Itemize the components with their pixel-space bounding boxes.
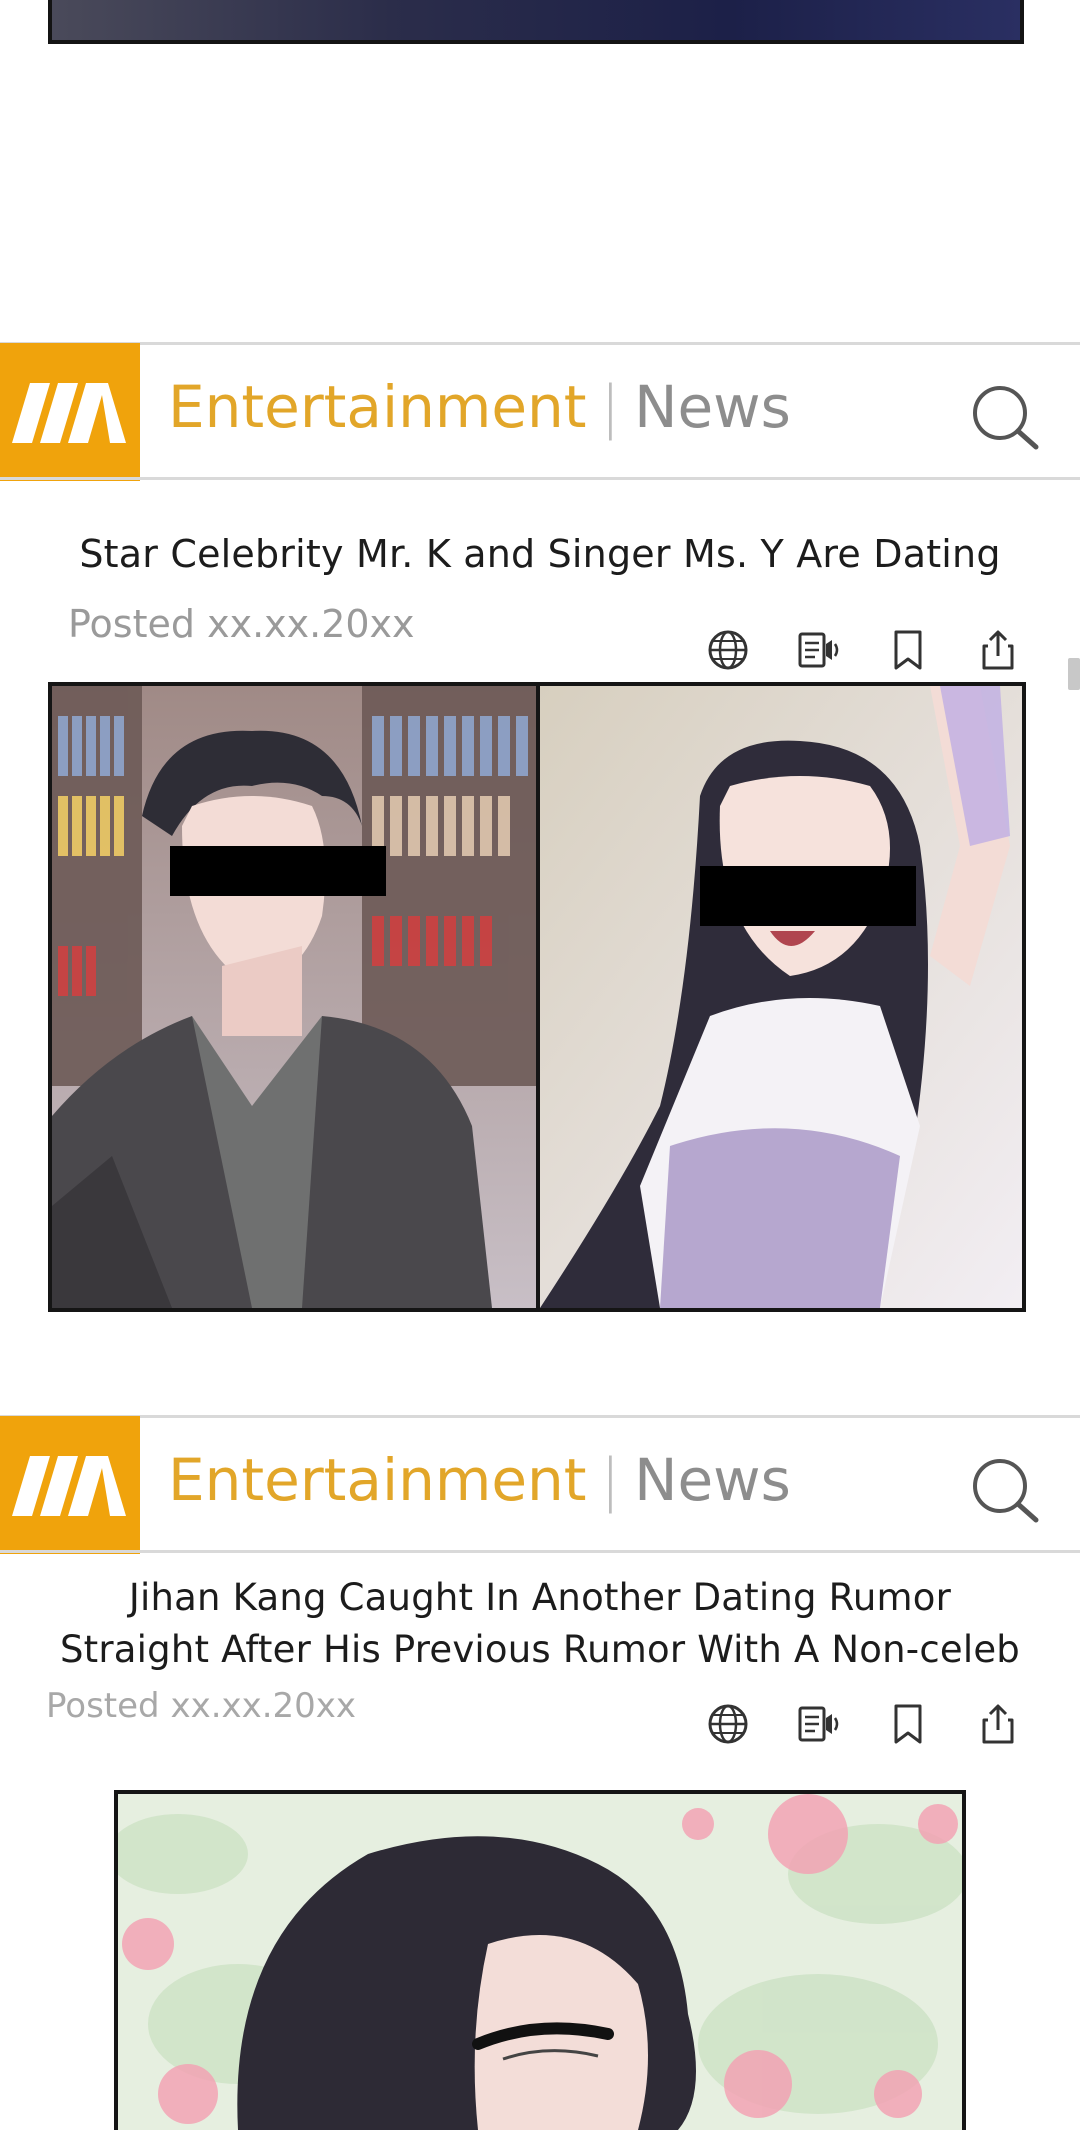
- search-icon[interactable]: [970, 383, 1040, 453]
- header-title: Entertainment | News: [168, 367, 791, 447]
- site-header: Entertainment | News: [0, 1416, 1080, 1554]
- censor-bar: [700, 866, 916, 926]
- header-divider-bottom: [0, 477, 1080, 480]
- header-divider-bottom: [0, 1550, 1080, 1553]
- bookmark-icon[interactable]: [886, 1700, 930, 1748]
- scrollbar-thumb[interactable]: [1068, 658, 1080, 690]
- illustration-roses: [118, 1794, 962, 2130]
- share-icon[interactable]: [976, 626, 1020, 674]
- logo-mark-icon: [12, 383, 126, 443]
- text-to-speech-icon[interactable]: [796, 1700, 840, 1748]
- article-image-man: [48, 682, 542, 1312]
- illustration-woman: [540, 686, 1022, 1308]
- censor-bar: [170, 846, 386, 896]
- article-actions: [706, 1700, 1026, 1748]
- article-actions: [706, 626, 1026, 674]
- search-icon[interactable]: [970, 1456, 1040, 1526]
- article-headline[interactable]: Star Celebrity Mr. K and Singer Ms. Y Ar…: [0, 528, 1080, 580]
- site-logo[interactable]: [0, 343, 140, 481]
- share-icon[interactable]: [976, 1700, 1020, 1748]
- header-category[interactable]: Entertainment: [168, 373, 587, 441]
- globe-icon[interactable]: [706, 626, 750, 674]
- header-separator: |: [600, 1446, 621, 1514]
- posted-date: Posted xx.xx.20xx: [46, 1686, 357, 1726]
- article-image-woman: [536, 682, 1026, 1312]
- header-separator: |: [600, 373, 621, 441]
- site-header: Entertainment | News: [0, 343, 1080, 481]
- article-headline[interactable]: Jihan Kang Caught In Another Dating Rumo…: [0, 1572, 1080, 1676]
- globe-icon[interactable]: [706, 1700, 750, 1748]
- bookmark-icon[interactable]: [886, 626, 930, 674]
- comic-panel-top: [48, 0, 1024, 44]
- header-title: Entertainment | News: [168, 1440, 791, 1520]
- header-section[interactable]: News: [634, 1446, 791, 1514]
- text-to-speech-icon[interactable]: [796, 626, 840, 674]
- header-section[interactable]: News: [634, 373, 791, 441]
- headline-line-1: Jihan Kang Caught In Another Dating Rumo…: [128, 1576, 952, 1619]
- header-category[interactable]: Entertainment: [168, 1446, 587, 1514]
- headline-line-2: Straight After His Previous Rumor With A…: [60, 1628, 1020, 1671]
- article-image-roses: [114, 1790, 966, 2130]
- logo-mark-icon: [12, 1456, 126, 1516]
- site-logo[interactable]: [0, 1416, 140, 1554]
- illustration-man: [52, 686, 538, 1308]
- posted-date: Posted xx.xx.20xx: [68, 602, 415, 646]
